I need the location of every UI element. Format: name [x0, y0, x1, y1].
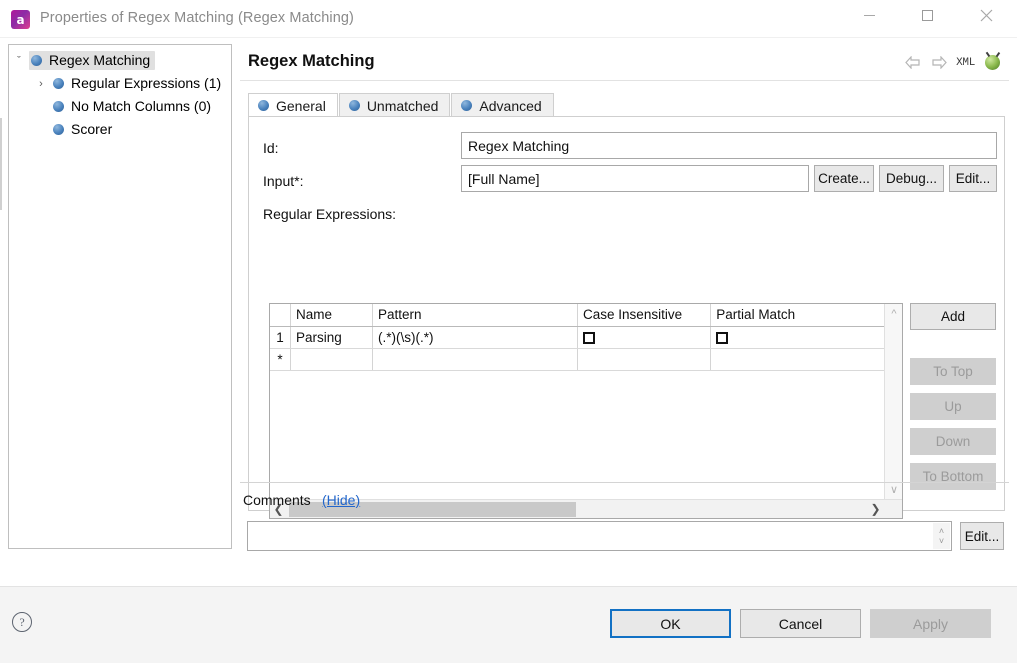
app-icon: a [11, 10, 30, 29]
tree-item-regex-matching[interactable]: ˇ Regex Matching [9, 49, 231, 72]
page-title: Regex Matching [248, 52, 375, 71]
maximize-button[interactable] [904, 0, 950, 30]
apply-button: Apply [870, 609, 991, 638]
id-input[interactable] [461, 132, 997, 159]
partial-match-checkbox[interactable] [716, 332, 728, 344]
ok-button[interactable]: OK [610, 609, 731, 638]
table-row[interactable]: * [270, 348, 902, 370]
spinner-down-icon[interactable]: ˅ [939, 536, 944, 546]
tab-panel-general: Id: Input*: Create... Debug... Edit... R… [248, 116, 1005, 511]
left-scroll-edge [0, 118, 2, 210]
cell-pattern[interactable] [373, 348, 578, 370]
comments-divider [240, 482, 1009, 483]
tree-node-icon [53, 124, 64, 135]
back-arrow-icon[interactable] [904, 54, 921, 71]
cancel-button[interactable]: Cancel [740, 609, 861, 638]
tab-label: Unmatched [367, 98, 439, 114]
comments-input[interactable]: ˄ ˅ [247, 521, 952, 551]
tree-item-label: Regex Matching [49, 52, 150, 68]
hide-comments-link[interactable]: (Hide) [322, 492, 360, 508]
tree-item-no-match-columns[interactable]: No Match Columns (0) [9, 95, 231, 118]
chevron-down-icon[interactable]: ∨ [885, 481, 903, 497]
header-divider [240, 80, 1009, 81]
tab-unmatched[interactable]: Unmatched [339, 93, 451, 117]
cell-name[interactable]: Parsing [291, 326, 373, 348]
create-button[interactable]: Create... [814, 165, 874, 192]
tab-general[interactable]: General [248, 93, 338, 117]
chevron-down-icon[interactable]: ˇ [9, 55, 29, 67]
xml-button[interactable]: XML [956, 57, 975, 69]
properties-content: Regex Matching XML General Unmatched Adv… [240, 44, 1009, 549]
regular-expressions-label: Regular Expressions: [263, 206, 396, 222]
regex-table: Name Pattern Case Insensitive Partial Ma… [269, 303, 903, 519]
tab-icon [461, 100, 472, 111]
comments-label: Comments [243, 492, 311, 508]
row-index: 1 [270, 326, 291, 348]
row-index: * [270, 348, 291, 370]
bug-icon[interactable] [984, 54, 1001, 71]
debug-button[interactable]: Debug... [879, 165, 944, 192]
cell-case-insensitive[interactable] [578, 326, 711, 348]
tab-icon [349, 100, 360, 111]
tree-item-label: Scorer [71, 121, 112, 137]
tab-label: General [276, 98, 326, 114]
dialog-footer [0, 586, 1017, 663]
input-field[interactable] [461, 165, 809, 192]
chevron-right-icon[interactable]: › [31, 78, 51, 90]
window-title-bar: a Properties of Regex Matching (Regex Ma… [0, 0, 1017, 38]
up-button: Up [910, 393, 996, 420]
settings-tree-panel: ˇ Regex Matching › Regular Expressions (… [8, 44, 232, 549]
cell-partial-match[interactable] [711, 326, 902, 348]
tab-strip: General Unmatched Advanced [248, 93, 1005, 117]
cell-pattern[interactable]: (.*)(\s)(.*) [373, 326, 578, 348]
regex-table-grid: Name Pattern Case Insensitive Partial Ma… [270, 304, 902, 371]
maximize-icon [922, 10, 933, 21]
close-button[interactable] [963, 0, 1009, 30]
help-icon[interactable]: ? [12, 612, 32, 632]
to-bottom-button: To Bottom [910, 463, 996, 490]
add-button[interactable]: Add [910, 303, 996, 330]
chevron-up-icon[interactable]: ^ [885, 306, 903, 322]
tree-item-label: Regular Expressions (1) [71, 75, 221, 91]
tree-node-icon [53, 101, 64, 112]
col-header-index [270, 304, 291, 326]
cell-partial-match[interactable] [711, 348, 902, 370]
tree-node-icon [53, 78, 64, 89]
input-label: Input*: [263, 173, 303, 189]
comments-edit-button[interactable]: Edit... [960, 522, 1004, 550]
to-top-button: To Top [910, 358, 996, 385]
col-header-name[interactable]: Name [291, 304, 373, 326]
table-row[interactable]: 1 Parsing (.*)(\s)(.*) [270, 326, 902, 348]
header-icon-group: XML [904, 54, 1001, 71]
cell-case-insensitive[interactable] [578, 348, 711, 370]
id-label: Id: [263, 140, 279, 156]
tree-item-scorer[interactable]: Scorer [9, 118, 231, 141]
app-icon-glyph: a [16, 14, 24, 26]
tab-label: Advanced [479, 98, 541, 114]
spinner-up-icon[interactable]: ˄ [939, 526, 944, 536]
comments-spinner[interactable]: ˄ ˅ [933, 523, 950, 549]
close-icon [980, 9, 993, 22]
edit-button[interactable]: Edit... [949, 165, 997, 192]
col-header-case-insensitive[interactable]: Case Insensitive [578, 304, 711, 326]
minimize-button[interactable] [846, 0, 892, 30]
window-title: Properties of Regex Matching (Regex Matc… [40, 10, 354, 26]
tab-icon [258, 100, 269, 111]
tab-advanced[interactable]: Advanced [451, 93, 553, 117]
table-horizontal-scrollbar[interactable]: ❮ ❯ [270, 499, 902, 518]
table-header-row: Name Pattern Case Insensitive Partial Ma… [270, 304, 902, 326]
chevron-right-icon[interactable]: ❯ [867, 500, 884, 518]
tree-node-icon [31, 55, 42, 66]
cell-name[interactable] [291, 348, 373, 370]
col-header-partial-match[interactable]: Partial Match [711, 304, 902, 326]
forward-arrow-icon[interactable] [930, 54, 947, 71]
down-button: Down [910, 428, 996, 455]
tree-item-regular-expressions[interactable]: › Regular Expressions (1) [9, 72, 231, 95]
tree-item-label: No Match Columns (0) [71, 98, 211, 114]
minimize-icon [864, 15, 875, 16]
col-header-pattern[interactable]: Pattern [373, 304, 578, 326]
case-insensitive-checkbox[interactable] [583, 332, 595, 344]
table-vertical-scrollbar[interactable]: ^ ∨ [884, 304, 902, 499]
